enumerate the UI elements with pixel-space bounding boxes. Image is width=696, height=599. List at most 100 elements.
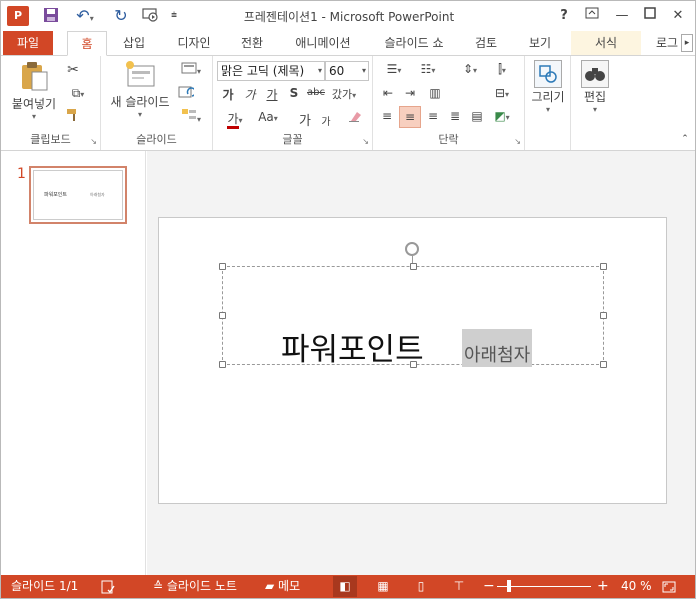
spelling-icon[interactable] [101,575,115,598]
bullets-button[interactable]: ☰▾ [379,62,409,76]
help-button[interactable]: ? [553,6,575,26]
close-button[interactable]: ✕ [667,6,689,26]
tab-view[interactable]: 보기 [521,31,559,55]
minimize-button[interactable]: — [611,6,633,26]
tab-review[interactable]: 검토 [467,31,505,55]
editing-button[interactable]: 편집 ▾ [575,60,615,114]
align-text-button[interactable]: ⊟▾ [487,86,517,100]
resize-handle[interactable] [410,263,417,270]
tab-animations[interactable]: 애니메이션 [287,31,359,55]
collapse-ribbon-icon[interactable]: ⌃ [679,134,691,144]
dialog-launcher-icon[interactable]: ↘ [514,137,521,146]
character-spacing-button[interactable]: 갔가▾ [329,86,359,102]
text-shadow-button[interactable]: S [287,86,301,100]
zoom-slider-track[interactable] [497,586,591,587]
slides-group: 새 슬라이드 ▾ ▾ ▾ 슬라이드 [101,56,213,150]
font-color-button[interactable]: 가▾ [221,110,249,129]
new-slide-icon [126,61,155,87]
resize-handle[interactable] [219,312,226,319]
slide-thumbnail[interactable]: 파워포인트 아래첨자 [29,166,127,224]
bold-button[interactable]: 가 [221,86,235,103]
increase-indent-icon[interactable]: ⇥ [401,86,419,100]
resize-handle[interactable] [600,312,607,319]
comments-button[interactable]: ▰ 메모 [265,575,300,598]
notes-button[interactable]: ≙ 슬라이드 노트 [153,575,237,598]
drawing-label: 그리기 [531,90,565,104]
chevron-down-icon: ▾ [137,110,142,119]
dialog-launcher-icon[interactable]: ↘ [90,137,97,146]
tab-insert[interactable]: 삽입 [113,31,155,55]
ribbon-display-options-button[interactable] [581,6,603,26]
align-center-icon[interactable]: ≡ [399,106,421,128]
powerpoint-logo-icon[interactable]: P [7,6,29,26]
paragraph-group-label: 단락 [438,133,459,146]
justify-icon[interactable]: ≣ [445,109,465,123]
selected-subscript-text[interactable]: 아래첨자 [462,329,533,367]
slideshow-view-icon[interactable]: ⊤ [447,576,471,597]
save-icon[interactable] [41,7,61,25]
cut-icon[interactable]: ✂ [65,62,81,78]
layout-button[interactable]: ▾ [177,62,205,77]
section-button[interactable]: ▾ [177,108,205,125]
chevron-down-icon[interactable]: ▾ [362,62,366,80]
tab-scroll-right-button[interactable]: ▸ [681,34,693,52]
dialog-launcher-icon[interactable]: ↘ [362,137,369,146]
zoom-in-button[interactable]: + [597,575,609,598]
resize-handle[interactable] [600,263,607,270]
underline-button[interactable]: 가 [265,86,279,103]
distribute-icon[interactable]: ▤ [467,109,487,123]
change-case-button[interactable]: Aa▾ [253,110,283,124]
tab-file[interactable]: 파일 [3,31,53,55]
redo-icon[interactable]: ↻ [111,7,131,25]
slide-sorter-view-icon[interactable]: ▦ [371,576,395,597]
tab-login[interactable]: 로그 [653,31,681,55]
slide-title-text[interactable]: 파워포인트 [281,324,424,369]
paste-button[interactable]: 붙여넣기 ▾ [7,60,61,121]
tab-design[interactable]: 디자인 [169,31,219,55]
smartart-button[interactable]: ◩▾ [487,109,517,123]
strikethrough-button[interactable]: abc [305,87,327,98]
decrease-indent-icon[interactable]: ⇤ [379,86,397,100]
undo-button[interactable]: ↶▾ [71,7,99,25]
title-textbox[interactable]: 파워포인트 아래첨자 [219,242,607,368]
fit-to-window-icon[interactable] [661,575,677,598]
copy-button[interactable]: ⧉▾ [65,86,91,101]
text-direction-button[interactable]: ⫿▾ [487,62,517,77]
maximize-button[interactable] [639,6,661,26]
numbering-button[interactable]: ☷▾ [413,62,443,76]
customize-qat-button[interactable]: ⩧ [167,7,181,25]
chevron-down-icon[interactable]: ▾ [318,62,322,80]
columns-icon[interactable]: ▥ [425,86,445,100]
normal-view-icon[interactable]: ◧ [333,576,357,597]
resize-handle[interactable] [600,361,607,368]
rotate-handle-icon[interactable] [405,242,419,256]
start-presentation-button[interactable] [139,7,163,25]
grow-font-button[interactable]: 가 [297,110,313,129]
zoom-slider-thumb[interactable] [507,580,511,592]
resize-handle[interactable] [219,263,226,270]
drawing-button[interactable]: 그리기 ▾ [527,60,569,114]
reading-view-icon[interactable]: ▯ [409,576,433,597]
clear-formatting-icon[interactable] [345,109,365,126]
new-slide-button[interactable]: 새 슬라이드 ▾ [107,60,173,119]
tab-transitions[interactable]: 전환 [233,31,271,55]
resize-handle[interactable] [219,361,226,368]
tab-format[interactable]: 서식 [571,31,641,55]
tab-home[interactable]: 홈 [67,31,107,56]
shrink-font-button[interactable]: 가 [319,113,333,128]
comments-icon: ▰ [265,579,279,593]
paragraph-group: ☰▾ ☷▾ ⇕▾ ⫿▾ ⇤ ⇥ ▥ ⊟▾ ≡ ≡ ≡ ≣ ▤ ◩▾ 단락 ↘ [373,56,525,150]
chevron-down-icon: ▾ [31,112,36,121]
zoom-percent[interactable]: 40 % [621,575,652,598]
align-right-icon[interactable]: ≡ [423,109,443,123]
tab-slideshow[interactable]: 슬라이드 쇼 [375,31,453,55]
font-size-combo[interactable]: 60 ▾ [325,61,369,81]
reset-slide-icon[interactable] [177,86,197,103]
align-left-icon[interactable]: ≡ [377,109,397,129]
slide-canvas[interactable]: 파워포인트 아래첨자 [158,217,667,504]
font-name-combo[interactable]: 맑은 고딕 (제목) ▾ [217,61,325,81]
italic-button[interactable]: 가 [243,86,257,103]
zoom-out-button[interactable]: − [483,575,495,598]
format-painter-icon[interactable] [65,108,81,125]
line-spacing-button[interactable]: ⇕▾ [455,62,485,76]
